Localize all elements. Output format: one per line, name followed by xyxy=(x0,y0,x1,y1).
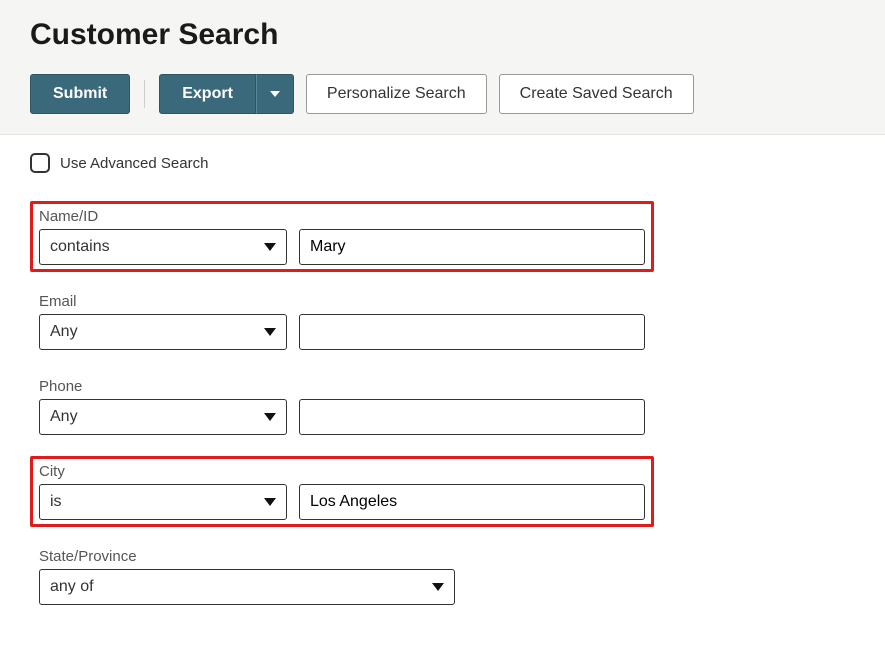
search-form: Use Advanced Search Name/ID contains Ema… xyxy=(0,135,885,656)
caret-down-icon xyxy=(264,238,276,256)
caret-down-icon xyxy=(270,87,280,102)
advanced-search-label: Use Advanced Search xyxy=(60,155,208,172)
state-operator-value: any of xyxy=(50,578,94,596)
field-label-state: State/Province xyxy=(39,548,645,565)
phone-input[interactable] xyxy=(299,399,645,435)
phone-operator-select[interactable]: Any xyxy=(39,399,287,435)
city-operator-value: is xyxy=(50,493,62,511)
field-inputs-phone: Any xyxy=(39,399,645,435)
export-button[interactable]: Export xyxy=(159,74,256,114)
submit-button[interactable]: Submit xyxy=(30,74,130,114)
city-operator-select[interactable]: is xyxy=(39,484,287,520)
field-inputs-email: Any xyxy=(39,314,645,350)
caret-down-icon xyxy=(432,578,444,596)
state-operator-select[interactable]: any of xyxy=(39,569,455,605)
field-state: State/Province any of xyxy=(30,541,654,612)
personalize-search-button[interactable]: Personalize Search xyxy=(306,74,487,114)
field-label-phone: Phone xyxy=(39,378,645,395)
field-label-name-id: Name/ID xyxy=(39,208,645,225)
email-operator-select[interactable]: Any xyxy=(39,314,287,350)
caret-down-icon xyxy=(264,408,276,426)
phone-operator-value: Any xyxy=(50,408,78,426)
name-id-operator-select[interactable]: contains xyxy=(39,229,287,265)
email-input[interactable] xyxy=(299,314,645,350)
caret-down-icon xyxy=(264,323,276,341)
field-label-city: City xyxy=(39,463,645,480)
advanced-search-row: Use Advanced Search xyxy=(30,153,855,173)
city-input[interactable] xyxy=(299,484,645,520)
email-operator-value: Any xyxy=(50,323,78,341)
field-inputs-name-id: contains xyxy=(39,229,645,265)
field-label-email: Email xyxy=(39,293,645,310)
toolbar: Submit Export Personalize Search Create … xyxy=(30,74,855,114)
toolbar-separator xyxy=(144,80,145,108)
export-dropdown-button[interactable] xyxy=(256,74,294,114)
name-id-operator-value: contains xyxy=(50,238,110,256)
field-name-id: Name/ID contains xyxy=(30,201,654,272)
header-area: Customer Search Submit Export Personaliz… xyxy=(0,0,885,135)
field-city: City is xyxy=(30,456,654,527)
create-saved-search-button[interactable]: Create Saved Search xyxy=(499,74,694,114)
name-id-input[interactable] xyxy=(299,229,645,265)
page-title: Customer Search xyxy=(30,18,855,52)
export-split-button: Export xyxy=(159,74,294,114)
field-email: Email Any xyxy=(30,286,654,357)
field-inputs-city: is xyxy=(39,484,645,520)
advanced-search-checkbox[interactable] xyxy=(30,153,50,173)
caret-down-icon xyxy=(264,493,276,511)
field-inputs-state: any of xyxy=(39,569,645,605)
field-phone: Phone Any xyxy=(30,371,654,442)
